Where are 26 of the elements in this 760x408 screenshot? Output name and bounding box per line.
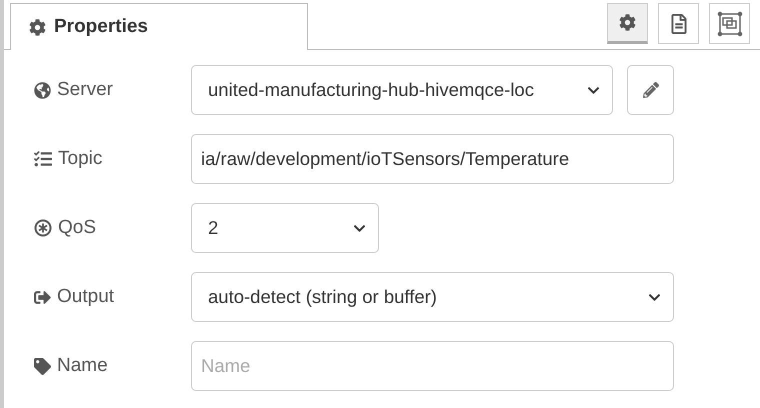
field-label: Topic <box>58 148 102 170</box>
globe-icon <box>34 82 51 98</box>
settings-tab-button[interactable] <box>607 3 648 44</box>
input-field[interactable]: ia/raw/development/ioTSensors/Temperature <box>191 134 674 184</box>
exit-arrow-icon <box>34 288 51 306</box>
frame-icon <box>716 10 742 36</box>
list-icon <box>34 150 52 168</box>
settings-icon <box>619 14 636 31</box>
field-label: Name <box>57 355 108 377</box>
select-field[interactable]: united-manufacturing-hub-hivemqce-loc <box>191 65 613 115</box>
pencil-icon <box>642 82 658 98</box>
input-field[interactable]: Name <box>191 341 674 391</box>
select-field[interactable]: 2 <box>191 203 379 253</box>
description-tab-button[interactable] <box>658 3 699 44</box>
properties-tab[interactable]: Properties <box>10 3 308 50</box>
asterisk-circle-icon <box>34 219 52 237</box>
tag-icon <box>34 358 51 374</box>
field-label: QoS <box>58 217 96 239</box>
field-label: Server <box>57 79 113 101</box>
appearance-tab-button[interactable] <box>709 3 750 44</box>
settings-icon <box>29 18 46 36</box>
document-icon <box>668 14 688 34</box>
tab-label: Properties <box>54 16 148 38</box>
select-field[interactable]: auto-detect (string or buffer) <box>191 272 674 322</box>
edit-button[interactable] <box>627 65 674 115</box>
field-label: Output <box>57 286 114 308</box>
